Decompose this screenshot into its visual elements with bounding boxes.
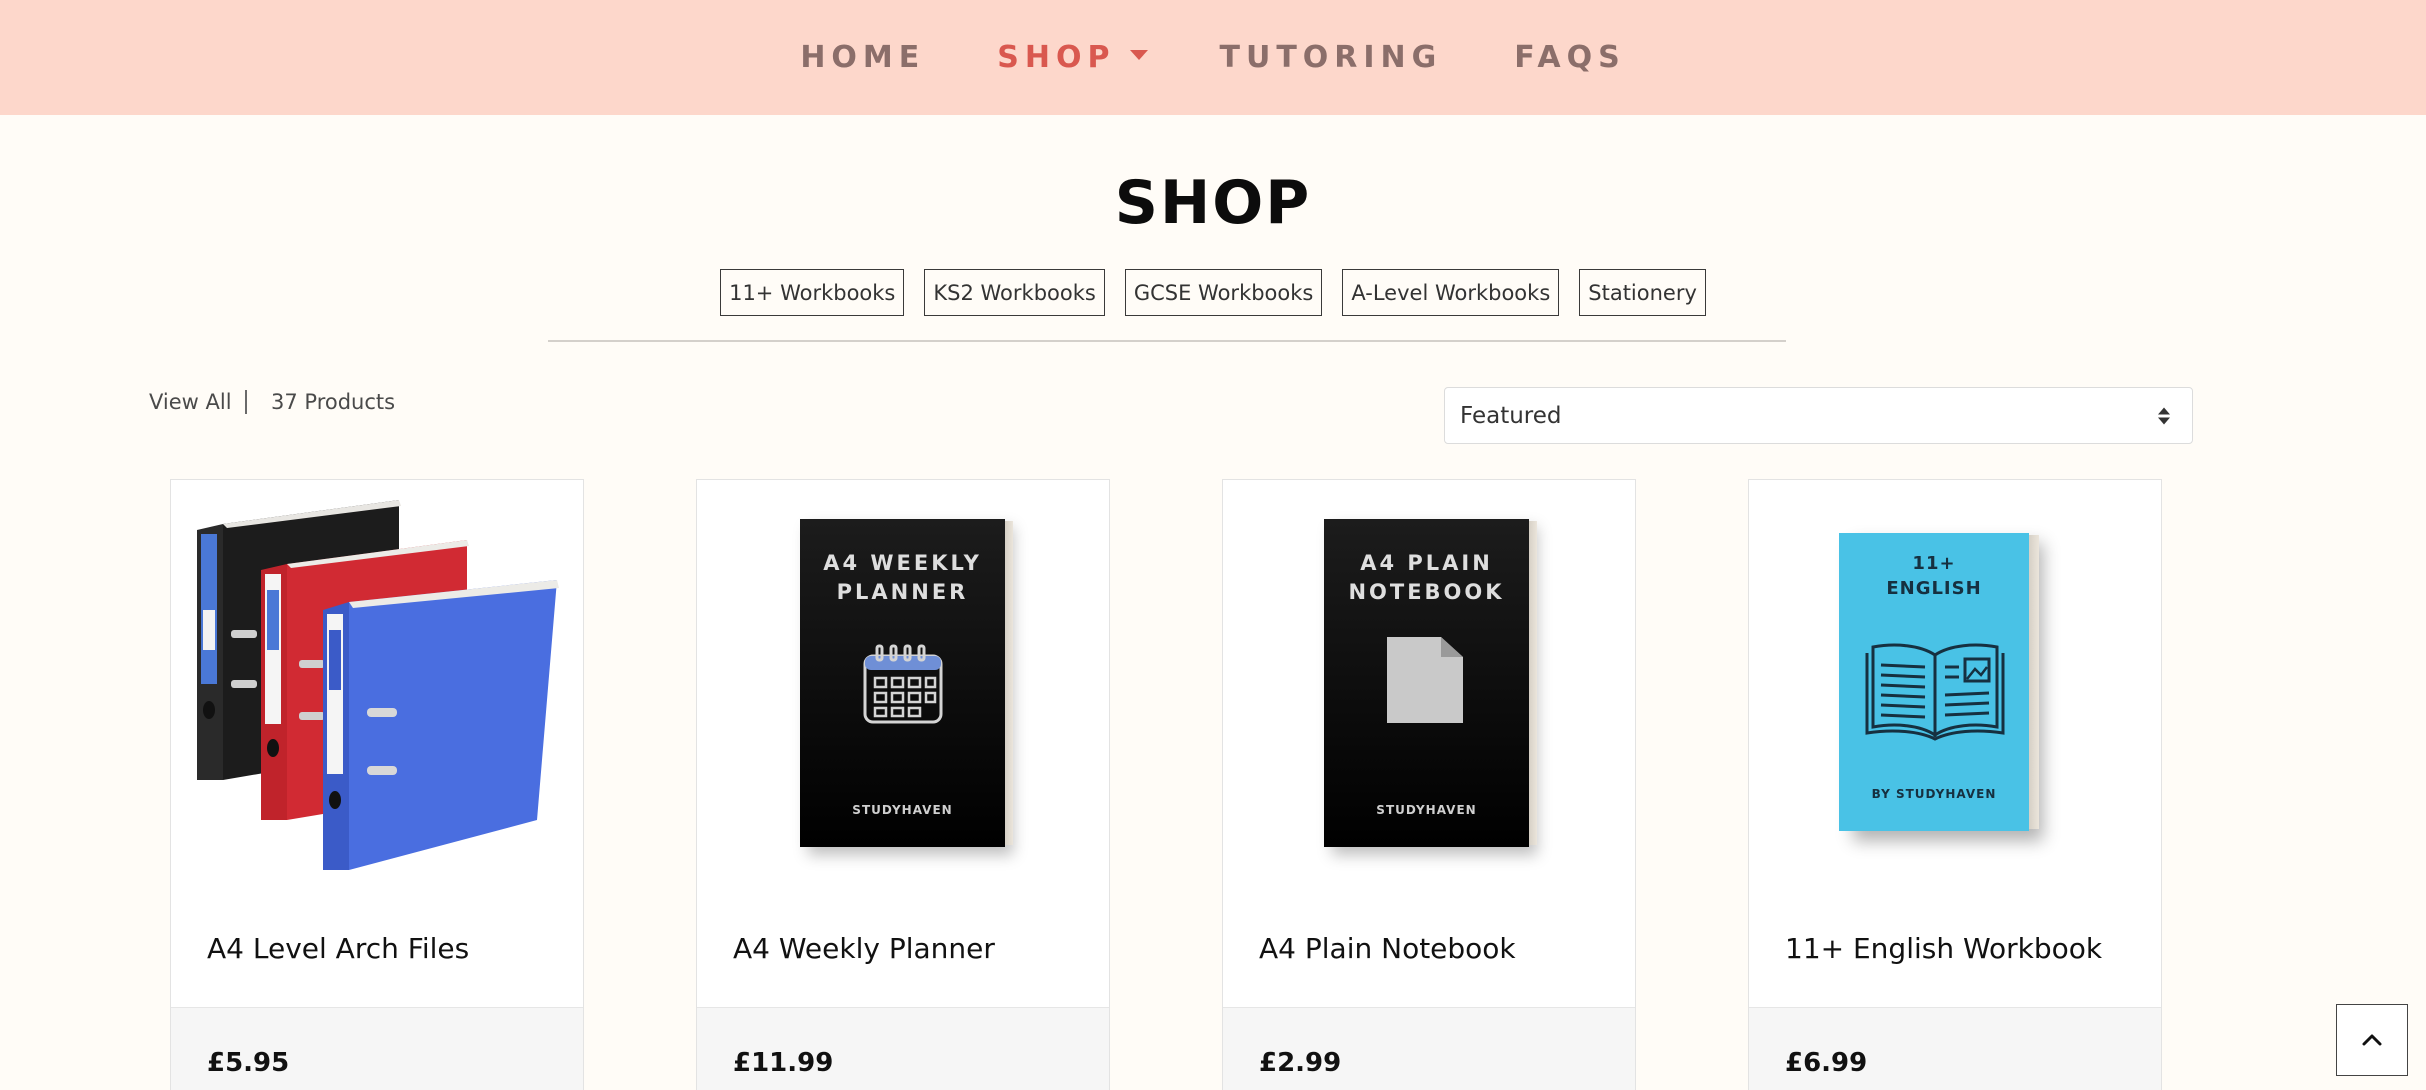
product-card[interactable]: A4 WEEKLY PLANNER STUDYHAVEN A4 Weekly P… (696, 479, 1110, 1090)
planner-cover: A4 WEEKLY PLANNER STUDYHAVEN (800, 519, 1013, 847)
open-book-icon (1865, 643, 2005, 741)
cover-brand: STUDYHAVEN (852, 803, 953, 817)
chevron-up-icon (2362, 1034, 2382, 1046)
product-price: £11.99 (733, 1048, 834, 1078)
category-divider (548, 340, 1786, 342)
category-stationery[interactable]: Stationery (1579, 269, 1706, 316)
nav-faqs[interactable]: FAQS (1514, 40, 1625, 75)
price-bar: £6.99 (1749, 1007, 2161, 1090)
product-image[interactable]: 11+ ENGLISH BY STUDYHAVEN (1749, 480, 2161, 880)
product-image[interactable]: A4 WEEKLY PLANNER STUDYHAVEN (697, 480, 1109, 880)
product-price: £6.99 (1785, 1048, 1868, 1078)
category-alevel-workbooks[interactable]: A-Level Workbooks (1342, 269, 1560, 316)
product-card[interactable]: A4 Level Arch Files £5.95 (170, 479, 584, 1090)
top-navigation: HOME SHOP TUTORING FAQS (0, 0, 2426, 115)
product-count: 37 Products (271, 390, 396, 414)
nav-home[interactable]: HOME (800, 40, 925, 75)
sort-select[interactable]: Featured (1444, 387, 2193, 444)
cover-title-line-2: NOTEBOOK (1348, 580, 1505, 605)
cover-title-line-1: 11+ (1912, 553, 1956, 574)
view-all-link[interactable]: View All (149, 390, 232, 414)
toolbar-separator (245, 390, 247, 414)
nav-home-label: HOME (800, 40, 926, 75)
cover-title-line-2: PLANNER (836, 580, 969, 605)
product-name[interactable]: 11+ English Workbook (1785, 932, 2102, 965)
notebook-cover: A4 PLAIN NOTEBOOK STUDYHAVEN (1324, 519, 1537, 847)
category-11plus-workbooks[interactable]: 11+ Workbooks (720, 269, 905, 316)
nav-tutoring-label: TUTORING (1219, 40, 1443, 75)
back-to-top-button[interactable] (2336, 1004, 2408, 1076)
page-title: SHOP (1114, 168, 1312, 238)
product-image[interactable] (171, 480, 583, 880)
calendar-icon (863, 644, 943, 724)
nav-faqs-label: FAQS (1514, 40, 1626, 75)
nav-tutoring[interactable]: TUTORING (1220, 40, 1443, 75)
product-name[interactable]: A4 Plain Notebook (1259, 932, 1516, 965)
cover-title-line-1: A4 WEEKLY (823, 551, 982, 575)
english-workbook-cover: 11+ ENGLISH BY STUDYHAVEN (1839, 533, 2039, 831)
product-price: £2.99 (1259, 1048, 1342, 1078)
product-image[interactable]: A4 PLAIN NOTEBOOK STUDYHAVEN (1223, 480, 1635, 880)
price-bar: £2.99 (1223, 1007, 1635, 1090)
cover-title-line-1: A4 PLAIN (1360, 551, 1493, 575)
category-gcse-workbooks[interactable]: GCSE Workbooks (1124, 269, 1323, 316)
product-price: £5.95 (207, 1048, 290, 1078)
cover-brand: STUDYHAVEN (1376, 803, 1477, 817)
nav-shop-label: SHOP (997, 40, 1116, 75)
nav-shop[interactable]: SHOP (997, 40, 1148, 75)
page-icon (1387, 637, 1463, 723)
product-name[interactable]: A4 Weekly Planner (733, 932, 995, 965)
sort-selected-value: Featured (1460, 402, 1562, 429)
price-bar: £5.95 (171, 1007, 583, 1090)
category-filters: 11+ Workbooks KS2 Workbooks GCSE Workboo… (0, 269, 2426, 316)
cover-title-line-2: ENGLISH (1886, 578, 1982, 600)
caret-down-icon (1129, 49, 1148, 60)
sort-arrows-icon (2158, 407, 2170, 424)
product-name[interactable]: A4 Level Arch Files (207, 932, 469, 965)
product-card[interactable]: A4 PLAIN NOTEBOOK STUDYHAVEN A4 Plain No… (1222, 479, 1636, 1090)
cover-brand: BY STUDYHAVEN (1871, 787, 1997, 801)
product-card[interactable]: 11+ ENGLISH BY STUDYHAVEN 11+ English Wo… (1748, 479, 2162, 1090)
category-ks2-workbooks[interactable]: KS2 Workbooks (924, 269, 1105, 316)
arch-files-icon (197, 500, 559, 870)
price-bar: £11.99 (697, 1007, 1109, 1090)
